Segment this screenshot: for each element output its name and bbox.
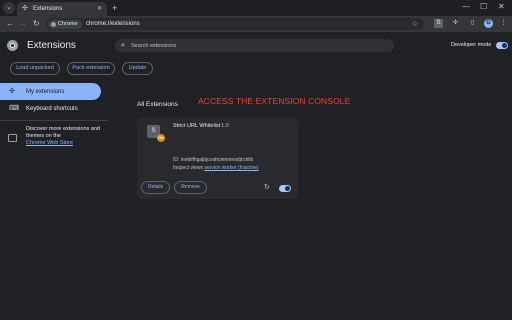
extension-enable-toggle[interactable] [279,185,291,192]
side-panel-icon[interactable]: ▯ [468,19,477,28]
minimize-button[interactable]: — [462,2,470,12]
extension-card: S OK Strict URL Whitelist 1.0 ID: innibl… [137,117,298,199]
close-window-button[interactable]: ✕ [498,2,505,12]
inspect-views-label: Inspect views [173,165,204,171]
developer-mode-toggle[interactable] [496,42,508,49]
tab-extensions[interactable]: ✣ Extensions ✕ [17,2,107,16]
remove-button[interactable]: Remove [174,181,207,194]
extension-id: ID: inniblfhgajbjcoahcienmeadjccklib [173,157,254,163]
chip-label: Chrome [58,20,78,27]
details-button[interactable]: Details [141,181,170,194]
store-text: Discover more extensions and themes on t… [26,126,106,147]
puzzle-icon: ✣ [22,5,28,12]
profile-avatar[interactable]: G [484,19,493,28]
overlay-banner: ACCESS THE EXTENSION CONSOLE [198,96,351,106]
extension-version: 1.0 [221,123,229,129]
sidebar-item-keyboard-shortcuts[interactable]: ⌨ Keyboard shortcuts [0,100,101,117]
maximize-button[interactable]: ☐ [480,2,487,12]
sidebar-item-my-extensions[interactable]: ✣ My extensions [0,83,101,100]
tab-title: Extensions [33,6,63,12]
service-worker-link[interactable]: service worker (Inactive) [204,165,258,171]
developer-mode-label: Developer mode [451,42,492,48]
extension-s-icon[interactable]: S [434,19,443,28]
update-button[interactable]: Update [122,62,153,75]
extension-badge-icon: OK [157,134,165,142]
store-description: Discover more extensions and themes on t… [26,126,100,139]
chrome-web-store-link[interactable]: Chrome Web Store [26,140,73,146]
sidebar-divider [0,120,108,121]
tab-search-button[interactable]: ⌄ [3,2,15,14]
site-info-chip[interactable]: Chrome [48,19,82,29]
sidebar-item-label: My extensions [26,89,65,95]
url-text[interactable]: chrome://extensions [86,21,140,28]
back-button[interactable]: ← [6,18,14,29]
keyboard-icon: ⌨ [9,105,20,112]
load-unpacked-button[interactable]: Load unpacked [10,62,60,75]
tab-bar: ⌄ ✣ Extensions ✕ + — ☐ ✕ [0,0,512,16]
browser-toolbar: ← → ↻ Chrome chrome://extensions ☆ S ✣ ▯… [0,16,512,32]
address-bar[interactable]: Chrome chrome://extensions ☆ [46,18,424,30]
page-header: Extensions ⌕ Developer mode [0,32,512,58]
new-tab-button[interactable]: + [112,3,117,13]
chrome-icon [51,21,56,27]
pack-extension-button[interactable]: Pack extension [67,62,115,75]
sidebar-item-label: Keyboard shortcuts [26,106,78,112]
extensions-page: Extensions ⌕ Developer mode Load unpacke… [0,32,512,320]
web-store-icon [8,134,17,142]
puzzle-icon: ✣ [9,88,15,95]
menu-kebab-icon[interactable]: ⋮ [499,19,508,28]
reload-extension-icon[interactable]: ↻ [264,184,270,192]
extensions-logo-icon [7,40,18,51]
reload-button[interactable]: ↻ [33,18,40,29]
extensions-puzzle-icon[interactable]: ✣ [451,19,460,28]
extension-name: Strict URL Whitelist [173,123,221,129]
close-tab-icon[interactable]: ✕ [97,5,102,13]
page-title: Extensions [27,40,76,51]
search-box[interactable]: ⌕ [115,39,394,52]
section-title: All Extensions [137,101,178,108]
inspect-views: Inspect views service worker (Inactive) [173,165,259,172]
bookmark-star-icon[interactable]: ☆ [412,20,418,29]
forward-button[interactable]: → [19,18,27,29]
search-icon: ⌕ [121,42,125,49]
search-input[interactable] [131,41,381,50]
